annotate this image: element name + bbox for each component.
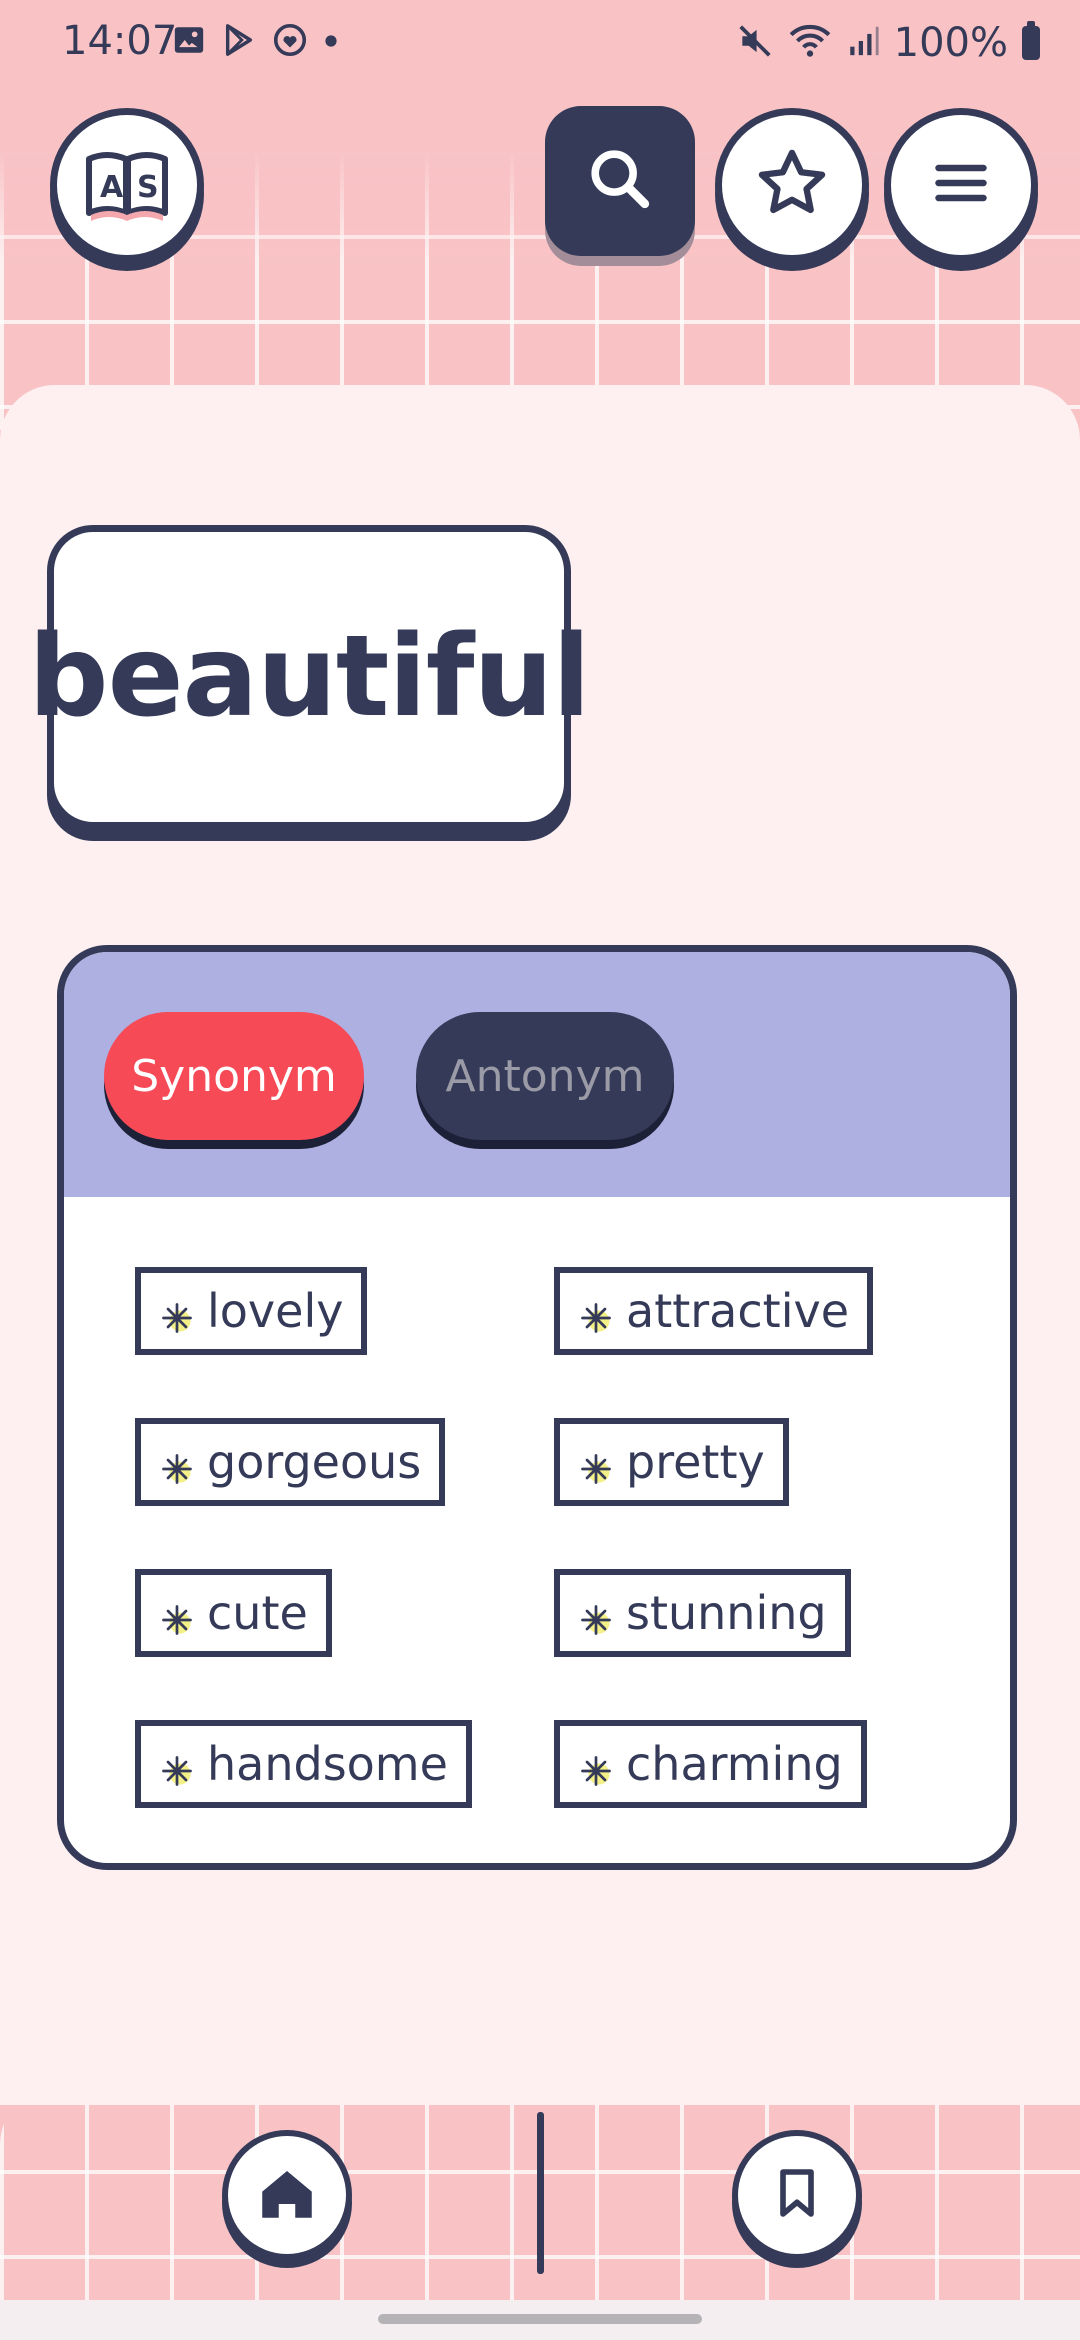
home-icon xyxy=(254,2160,320,2230)
result-word: gorgeous xyxy=(207,1435,422,1489)
nav-divider xyxy=(537,2112,544,2274)
status-time: 14:07 xyxy=(62,18,178,64)
result-word: stunning xyxy=(626,1586,827,1640)
battery-percent: 100% xyxy=(893,20,1008,66)
sparkle-icon xyxy=(159,1746,195,1786)
word-card: beautiful xyxy=(28,525,591,829)
mute-icon xyxy=(736,22,774,64)
wifi-icon xyxy=(788,22,832,64)
dot-icon xyxy=(324,33,338,52)
star-icon xyxy=(754,145,830,225)
gesture-handle[interactable] xyxy=(378,2314,702,2324)
result-word: pretty xyxy=(626,1435,765,1489)
image-icon xyxy=(172,23,206,61)
sparkle-icon xyxy=(578,1595,614,1635)
result-chip[interactable]: pretty xyxy=(554,1418,789,1506)
result-chip[interactable]: attractive xyxy=(554,1267,873,1355)
tab-synonym[interactable]: Synonym xyxy=(104,1012,364,1140)
favorites-button[interactable] xyxy=(715,108,869,262)
book-logo-icon: A S xyxy=(79,143,175,227)
result-word: charming xyxy=(626,1737,843,1791)
result-chip[interactable]: gorgeous xyxy=(135,1418,446,1506)
notification-icons xyxy=(172,22,338,62)
result-word: lovely xyxy=(207,1284,344,1338)
logo-letter-s: S xyxy=(137,170,159,205)
tab-antonym[interactable]: Antonym xyxy=(416,1012,674,1140)
status-bar: 14:07 100% xyxy=(0,0,1080,86)
results-panel: Synonym Antonym lovely attractive gorgeo… xyxy=(57,945,1017,1870)
sparkle-icon xyxy=(578,1746,614,1786)
system-icons: 100% xyxy=(736,20,1040,66)
result-word: attractive xyxy=(626,1284,849,1338)
main-content: beautiful Synonym Antonym lovely attract… xyxy=(0,385,1080,2105)
search-button[interactable] xyxy=(545,106,695,256)
menu-icon xyxy=(931,153,991,217)
word-title: beautiful xyxy=(28,612,590,742)
sparkle-icon xyxy=(159,1444,195,1484)
app-logo-button[interactable]: A S xyxy=(50,108,204,262)
bookmark-icon xyxy=(769,2162,825,2228)
sparkle-icon xyxy=(578,1444,614,1484)
logo-letter-a: A xyxy=(100,170,124,205)
result-chip[interactable]: lovely xyxy=(135,1267,368,1355)
sparkle-icon xyxy=(578,1293,614,1333)
result-chip[interactable]: charming xyxy=(554,1720,867,1808)
battery-icon xyxy=(1022,21,1040,60)
heart-badge-icon xyxy=(272,22,308,62)
result-word: handsome xyxy=(207,1737,448,1791)
sparkle-icon xyxy=(159,1293,195,1333)
result-chip[interactable]: cute xyxy=(135,1569,332,1657)
result-word: cute xyxy=(207,1586,308,1640)
result-chip[interactable]: stunning xyxy=(554,1569,851,1657)
signal-icon xyxy=(846,24,880,62)
result-chip[interactable]: handsome xyxy=(135,1720,472,1808)
tab-bar: Synonym Antonym xyxy=(64,952,1010,1197)
sparkle-icon xyxy=(159,1595,195,1635)
search-icon xyxy=(585,144,655,218)
home-button[interactable] xyxy=(222,2130,352,2260)
bookmarks-button[interactable] xyxy=(732,2130,862,2260)
menu-button[interactable] xyxy=(884,108,1038,262)
play-store-icon xyxy=(222,23,256,61)
